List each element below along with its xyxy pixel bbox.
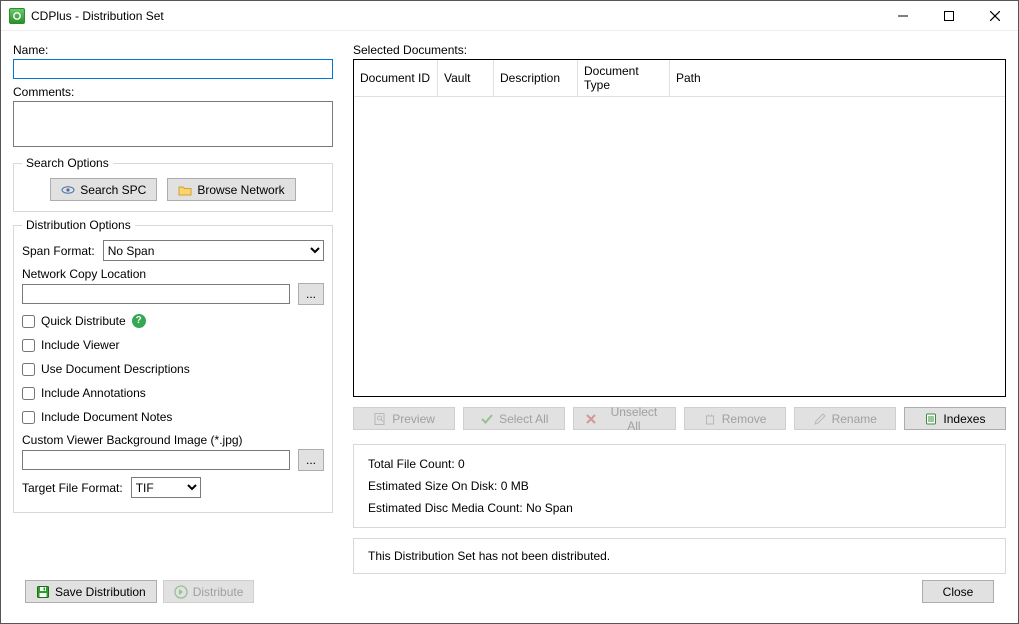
browse-network-button[interactable]: Browse Network — [167, 178, 295, 201]
x-icon — [584, 412, 598, 426]
indexes-icon — [924, 412, 938, 426]
window: CDPlus - Distribution Set Name: Comments… — [0, 0, 1019, 624]
unselect-all-button: Unselect All — [573, 407, 675, 430]
status-text: This Distribution Set has not been distr… — [368, 549, 610, 563]
close-button[interactable]: Close — [922, 580, 994, 603]
select-all-button: Select All — [463, 407, 565, 430]
table-header: Document ID Vault Description Document T… — [354, 60, 1005, 97]
distribution-options-group: Distribution Options Span Format: No Spa… — [13, 218, 333, 513]
arrow-right-icon — [174, 585, 188, 599]
use-doc-descriptions-label: Use Document Descriptions — [41, 362, 190, 376]
rename-button: Rename — [794, 407, 896, 430]
table-body — [354, 97, 1005, 396]
search-options-legend: Search Options — [22, 156, 113, 170]
custom-bg-label: Custom Viewer Background Image (*.jpg) — [22, 433, 324, 447]
remove-button: Remove — [684, 407, 786, 430]
include-doc-notes-checkbox[interactable] — [22, 411, 35, 424]
left-panel: Name: Comments: Search Options Searc — [13, 43, 333, 574]
search-spc-button[interactable]: Search SPC — [50, 178, 157, 201]
name-label: Name: — [13, 43, 333, 57]
include-viewer-checkbox[interactable] — [22, 339, 35, 352]
minimize-icon — [898, 11, 908, 21]
use-doc-descriptions-checkbox[interactable] — [22, 363, 35, 376]
comments-input[interactable] — [13, 101, 333, 147]
span-format-select[interactable]: No Span — [103, 240, 324, 261]
network-copy-input[interactable] — [22, 284, 290, 304]
col-vault[interactable]: Vault — [438, 60, 494, 96]
col-description[interactable]: Description — [494, 60, 578, 96]
estimated-media-count: Estimated Disc Media Count: No Span — [368, 501, 991, 515]
custom-bg-browse-button[interactable]: ... — [298, 449, 324, 471]
eye-icon — [61, 183, 75, 197]
maximize-button[interactable] — [926, 1, 972, 31]
distribute-button: Distribute — [163, 580, 255, 603]
selected-docs-label: Selected Documents: — [353, 43, 1006, 57]
target-format-select[interactable]: TIF — [131, 477, 201, 498]
include-viewer-label: Include Viewer — [41, 338, 120, 352]
include-doc-notes-label: Include Document Notes — [41, 410, 172, 424]
docs-toolbar: Preview Select All Unselect All Remove — [353, 407, 1006, 430]
col-doc-id[interactable]: Document ID — [354, 60, 438, 96]
right-panel: Selected Documents: Document ID Vault De… — [353, 43, 1006, 574]
comments-label: Comments: — [13, 85, 333, 99]
close-window-button[interactable] — [972, 1, 1018, 31]
include-annotations-label: Include Annotations — [41, 386, 146, 400]
selected-docs-table[interactable]: Document ID Vault Description Document T… — [353, 59, 1006, 397]
bottom-bar: Save Distribution Distribute Close — [13, 574, 1006, 615]
check-icon — [480, 412, 494, 426]
indexes-button[interactable]: Indexes — [904, 407, 1006, 430]
trash-icon — [703, 412, 717, 426]
col-path[interactable]: Path — [670, 60, 1005, 96]
app-icon — [9, 8, 25, 24]
preview-button: Preview — [353, 407, 455, 430]
network-copy-label: Network Copy Location — [22, 267, 324, 281]
include-annotations-checkbox[interactable] — [22, 387, 35, 400]
save-icon — [36, 585, 50, 599]
preview-icon — [373, 412, 387, 426]
quick-distribute-label: Quick Distribute — [41, 314, 126, 328]
span-format-label: Span Format: — [22, 244, 95, 258]
custom-bg-input[interactable] — [22, 450, 290, 470]
status-box: This Distribution Set has not been distr… — [353, 538, 1006, 574]
name-input[interactable] — [13, 59, 333, 79]
target-format-label: Target File Format: — [22, 481, 123, 495]
distribution-options-legend: Distribution Options — [22, 218, 135, 232]
minimize-button[interactable] — [880, 1, 926, 31]
help-icon[interactable]: ? — [132, 314, 146, 328]
total-file-count: Total File Count: 0 — [368, 457, 991, 471]
titlebar: CDPlus - Distribution Set — [1, 1, 1018, 31]
col-doc-type[interactable]: Document Type — [578, 60, 670, 96]
maximize-icon — [944, 11, 954, 21]
search-options-group: Search Options Search SPC Br — [13, 156, 333, 212]
window-title: CDPlus - Distribution Set — [31, 9, 164, 23]
quick-distribute-checkbox[interactable] — [22, 315, 35, 328]
estimated-size: Estimated Size On Disk: 0 MB — [368, 479, 991, 493]
save-distribution-button[interactable]: Save Distribution — [25, 580, 157, 603]
stats-box: Total File Count: 0 Estimated Size On Di… — [353, 444, 1006, 528]
pencil-icon — [813, 412, 827, 426]
close-icon — [990, 11, 1000, 21]
network-copy-browse-button[interactable]: ... — [298, 283, 324, 305]
folder-icon — [178, 183, 192, 197]
